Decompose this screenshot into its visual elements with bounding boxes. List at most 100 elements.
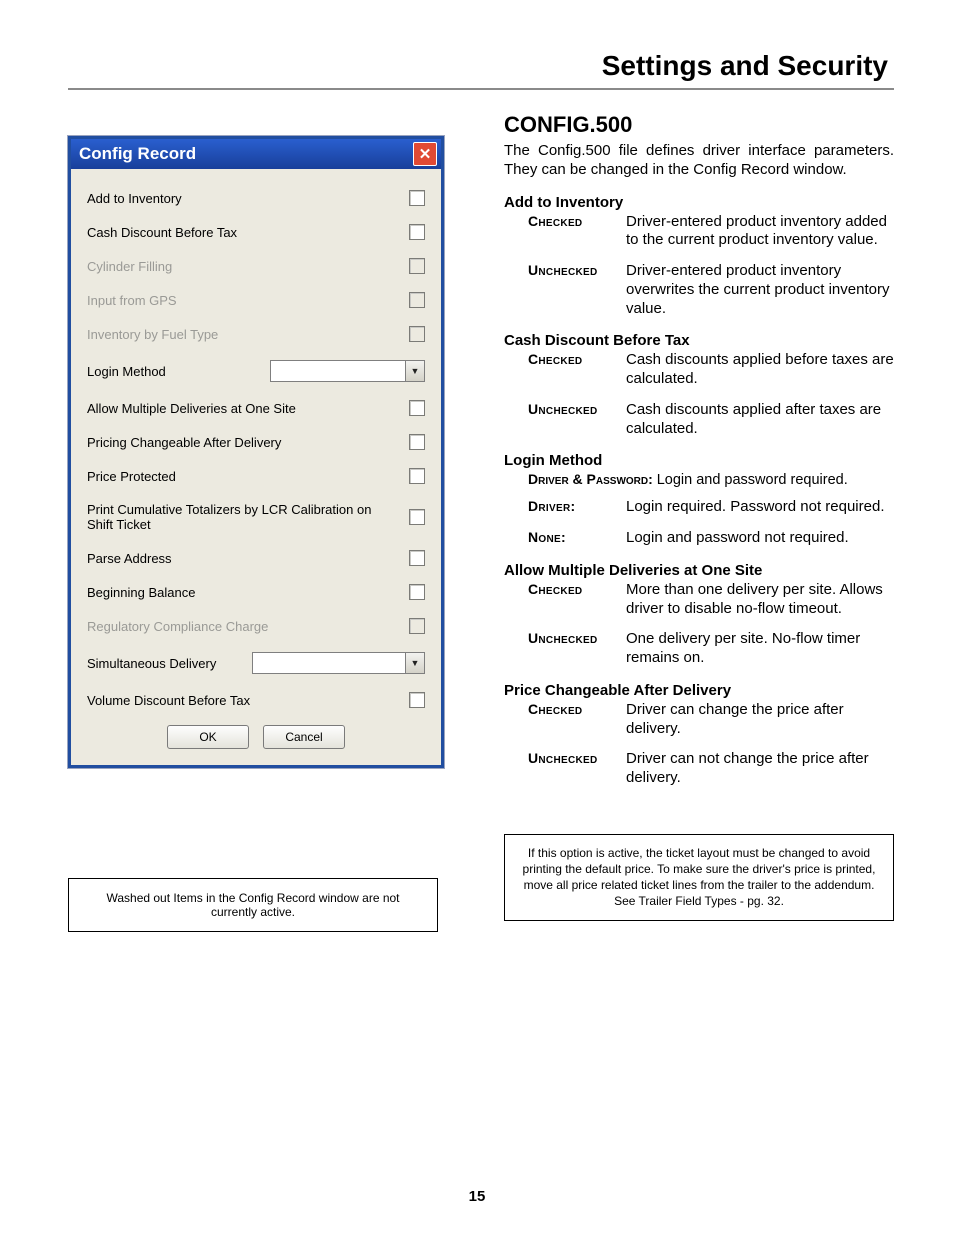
param-key: Unchecked	[528, 750, 626, 788]
param-item: UncheckedCash discounts applied after ta…	[528, 401, 894, 439]
param-section: Add to Inventory CheckedDriver-entered pr…	[504, 194, 894, 319]
config-row-label: Allow Multiple Deliveries at One Site	[87, 401, 409, 416]
config-row: Regulatory Compliance Charge	[87, 609, 425, 643]
param-title: Allow Multiple Deliveries at One Site	[504, 562, 894, 579]
param-key: Unchecked	[528, 262, 626, 318]
config-row: Parse Address	[87, 541, 425, 575]
param-key: Driver:	[528, 498, 626, 517]
config-row: Login Method ▼	[87, 351, 425, 391]
ok-button[interactable]: OK	[167, 725, 249, 749]
note-box: If this option is active, the ticket lay…	[504, 834, 894, 921]
config-row-label: Input from GPS	[87, 293, 409, 308]
param-item: CheckedDriver-entered product inventory …	[528, 213, 894, 251]
param-key: Checked	[528, 213, 626, 251]
param-value: Login and password not required.	[626, 529, 894, 548]
param-title: Add to Inventory	[504, 194, 894, 211]
config-row-label: Cylinder Filling	[87, 259, 409, 274]
param-item: CheckedCash discounts applied before tax…	[528, 351, 894, 389]
config-row-label: Login Method	[87, 364, 270, 379]
dialog-titlebar: Config Record ✕	[71, 139, 441, 169]
param-key: Checked	[528, 701, 626, 739]
config-row: Print Cumulative Totalizers by LCR Calib…	[87, 493, 425, 541]
config-row-label: Simultaneous Delivery	[87, 656, 252, 671]
param-value: Cash discounts applied before taxes are …	[626, 351, 894, 389]
param-key: Checked	[528, 581, 626, 619]
param-value: Driver can change the price after delive…	[626, 701, 894, 739]
config-row: Cash Discount Before Tax	[87, 215, 425, 249]
config-row: Beginning Balance	[87, 575, 425, 609]
param-title: Login Method	[504, 452, 894, 469]
param-key: None:	[528, 529, 626, 548]
param-value: Login required. Password not required.	[626, 498, 894, 517]
checkbox[interactable]	[409, 190, 425, 206]
checkbox[interactable]	[409, 692, 425, 708]
config-row: Price Protected	[87, 459, 425, 493]
checkbox[interactable]	[409, 468, 425, 484]
chevron-down-icon[interactable]: ▼	[405, 652, 425, 674]
config-row-label: Cash Discount Before Tax	[87, 225, 409, 240]
param-key: Unchecked	[528, 401, 626, 439]
config-row: Volume Discount Before Tax	[87, 683, 425, 717]
param-item: None:Login and password not required.	[528, 529, 894, 548]
chevron-down-icon[interactable]: ▼	[405, 360, 425, 382]
param-value: More than one delivery per site. Allows …	[626, 581, 894, 619]
config-row: Cylinder Filling	[87, 249, 425, 283]
config-row-label: Print Cumulative Totalizers by LCR Calib…	[87, 502, 409, 532]
close-icon[interactable]: ✕	[413, 142, 437, 166]
param-item: CheckedDriver can change the price after…	[528, 701, 894, 739]
config-record-dialog: Config Record ✕ Add to Inventory Cash Dis…	[68, 136, 444, 768]
config-row: Allow Multiple Deliveries at One Site	[87, 391, 425, 425]
config-row: Input from GPS	[87, 283, 425, 317]
config-row-label: Parse Address	[87, 551, 409, 566]
config-row: Inventory by Fuel Type	[87, 317, 425, 351]
config-row: Add to Inventory	[87, 181, 425, 215]
config-row-label: Price Protected	[87, 469, 409, 484]
param-value: Driver-entered product inventory added t…	[626, 213, 894, 251]
checkbox	[409, 326, 425, 342]
checkbox	[409, 618, 425, 634]
checkbox[interactable]	[409, 509, 425, 525]
config-row: Pricing Changeable After Delivery	[87, 425, 425, 459]
param-value: Driver can not change the price after de…	[626, 750, 894, 788]
combo-box[interactable]: ▼	[270, 360, 425, 382]
combo-box[interactable]: ▼	[252, 652, 425, 674]
param-item: Driver:Login required. Password not requ…	[528, 498, 894, 517]
config500-intro: The Config.500 file defines driver inter…	[504, 142, 894, 180]
config-row-label: Pricing Changeable After Delivery	[87, 435, 409, 450]
config500-heading: CONFIG.500	[504, 112, 894, 138]
param-section: Allow Multiple Deliveries at One Site Che…	[504, 562, 894, 668]
config-row: Simultaneous Delivery ▼	[87, 643, 425, 683]
combo-input[interactable]	[270, 360, 405, 382]
checkbox	[409, 292, 425, 308]
param-key: Unchecked	[528, 630, 626, 668]
param-section: Cash Discount Before Tax CheckedCash disc…	[504, 332, 894, 438]
param-value: Cash discounts applied after taxes are c…	[626, 401, 894, 439]
checkbox[interactable]	[409, 434, 425, 450]
config-row-label: Beginning Balance	[87, 585, 409, 600]
param-item: UncheckedDriver can not change the price…	[528, 750, 894, 788]
page-header-title: Settings and Security	[68, 50, 894, 88]
config-row-label: Regulatory Compliance Charge	[87, 619, 409, 634]
param-item: UncheckedOne delivery per site. No-flow …	[528, 630, 894, 668]
checkbox[interactable]	[409, 400, 425, 416]
param-title: Price Changeable After Delivery	[504, 682, 894, 699]
checkbox	[409, 258, 425, 274]
param-runin: Driver & Password: Login and password re…	[528, 471, 894, 488]
param-item: CheckedMore than one delivery per site. …	[528, 581, 894, 619]
config-row-label: Volume Discount Before Tax	[87, 693, 409, 708]
param-section: Login Method Driver & Password: Login and…	[504, 452, 894, 548]
param-section: Price Changeable After Delivery CheckedDr…	[504, 682, 894, 788]
param-title: Cash Discount Before Tax	[504, 332, 894, 349]
config-row-label: Add to Inventory	[87, 191, 409, 206]
cancel-button[interactable]: Cancel	[263, 725, 345, 749]
combo-input[interactable]	[252, 652, 405, 674]
param-key: Checked	[528, 351, 626, 389]
dialog-title-text: Config Record	[79, 144, 196, 164]
param-item: UncheckedDriver-entered product inventor…	[528, 262, 894, 318]
header-rule	[68, 88, 894, 90]
checkbox[interactable]	[409, 550, 425, 566]
checkbox[interactable]	[409, 584, 425, 600]
checkbox[interactable]	[409, 224, 425, 240]
page-number: 15	[0, 1188, 954, 1205]
param-value: One delivery per site. No-flow timer rem…	[626, 630, 894, 668]
